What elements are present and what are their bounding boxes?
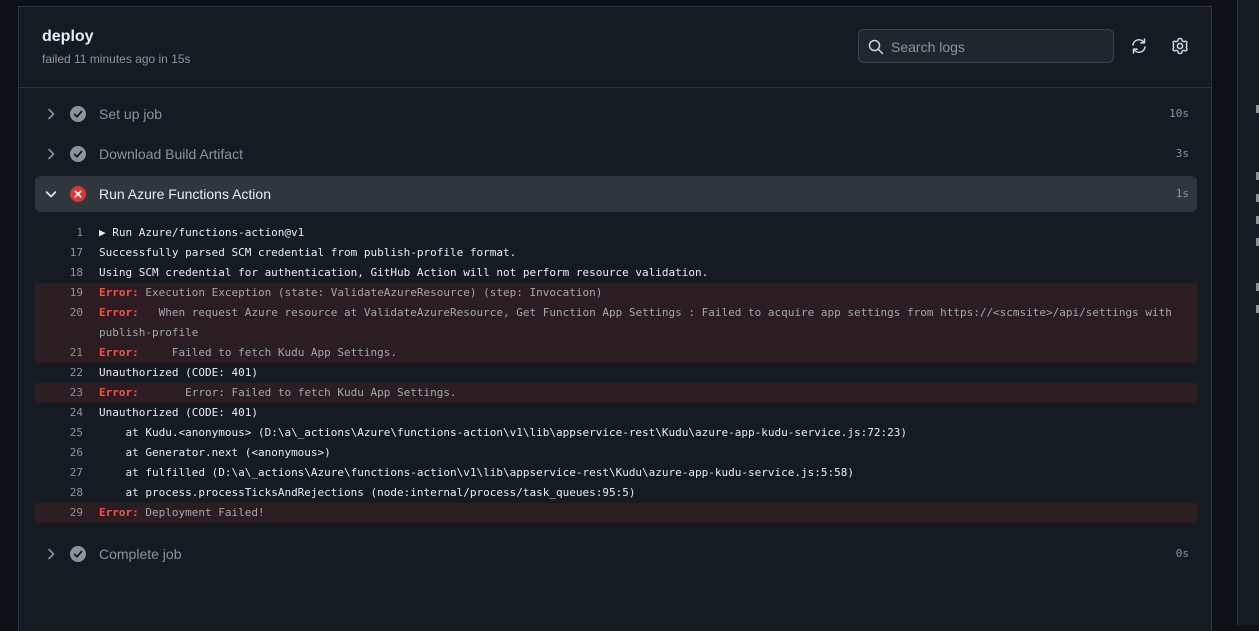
log-line-text: at Generator.next (<anonymous>) (99, 443, 1197, 463)
log-line-error: 19 Error: Execution Exception (state: Val… (35, 283, 1197, 303)
log-line-number[interactable]: 17 (35, 243, 83, 263)
step-label: Run Azure Functions Action (99, 186, 271, 202)
job-log-panel: deploy failed 11 minutes ago in 15s Sear… (18, 6, 1212, 631)
log-line-number[interactable]: 1 (35, 223, 83, 243)
error-keyword: Error: (99, 286, 139, 299)
step-duration: 10s (1169, 107, 1189, 120)
log-line-text: Error: Error: Failed to fetch Kudu App S… (99, 383, 1197, 403)
job-header: deploy failed 11 minutes ago in 15s (19, 7, 1211, 88)
error-keyword: Error: (99, 386, 139, 399)
log-line-number[interactable]: 20 (35, 303, 83, 323)
log-line-error: 20 Error: When request Azure resource at … (35, 303, 1197, 343)
side-scrollbar[interactable] (1237, 0, 1259, 625)
log-line-number[interactable]: 21 (35, 343, 83, 363)
log-line-error: 21 Error: Failed to fetch Kudu App Settin… (35, 343, 1197, 363)
log-line: 27 at fulfilled (D:\a\_actions\Azure\fun… (35, 463, 1197, 483)
log-message: Execution Exception (state: ValidateAzur… (138, 286, 603, 299)
success-check-icon (70, 546, 86, 562)
log-message: Successfully parsed SCM credential from … (99, 246, 517, 259)
log-line-number[interactable]: 18 (35, 263, 83, 283)
gear-icon[interactable] (1169, 35, 1191, 57)
log-line-text: Error: Failed to fetch Kudu App Settings… (99, 343, 1197, 363)
refresh-icon[interactable] (1128, 35, 1150, 57)
log-message: Unauthorized (CODE: 401) (99, 366, 258, 379)
log-message: Deployment Failed! (138, 506, 265, 519)
log-line-error: 23 Error: Error: Failed to fetch Kudu App… (35, 383, 1197, 403)
log-line-text: Unauthorized (CODE: 401) (99, 403, 1197, 423)
log-line-number[interactable]: 23 (35, 383, 83, 403)
step-label: Download Build Artifact (99, 146, 243, 162)
chevron-right-icon (48, 108, 55, 120)
success-check-icon (70, 146, 86, 162)
chevron-right-icon (48, 548, 55, 560)
step-duration: 3s (1175, 147, 1189, 160)
log-message: When request Azure resource at ValidateA… (99, 306, 1179, 339)
log-line: 26 at Generator.next (<anonymous>) (35, 443, 1197, 463)
log-line: 24 Unauthorized (CODE: 401) (35, 403, 1197, 423)
log-line-number[interactable]: 26 (35, 443, 83, 463)
log-line-error: 29 Error: Deployment Failed! (35, 503, 1197, 523)
search-logs-box[interactable] (858, 29, 1114, 64)
log-line: 1 ▶ Run Azure/functions-action@v1 (35, 223, 1197, 243)
log-message: Unauthorized (CODE: 401) (99, 406, 258, 419)
log-line: 25 at Kudu.<anonymous> (D:\a\_actions\Az… (35, 423, 1197, 443)
log-line-number[interactable]: 28 (35, 483, 83, 503)
success-check-icon (70, 106, 86, 122)
log-line: 17 Successfully parsed SCM credential fro… (35, 243, 1197, 263)
log-line-number[interactable]: 22 (35, 363, 83, 383)
step-label: Complete job (99, 546, 182, 562)
log-message: Error: Failed to fetch Kudu App Settings… (138, 386, 457, 399)
log-message: Failed to fetch Kudu App Settings. (138, 346, 398, 359)
step-set-up-job[interactable]: Set up job 10s (35, 96, 1197, 132)
log-line-text: Error: When request Azure resource at Va… (99, 303, 1197, 343)
log-line-number[interactable]: 19 (35, 283, 83, 303)
job-title: deploy (42, 28, 94, 45)
step-download-build-artifact[interactable]: Download Build Artifact 3s (35, 136, 1197, 172)
step-complete-job[interactable]: Complete job 0s (35, 536, 1197, 572)
log-line-text: at Kudu.<anonymous> (D:\a\_actions\Azure… (99, 423, 1197, 443)
log-line-text: Successfully parsed SCM credential from … (99, 243, 1197, 263)
step-duration: 1s (1175, 187, 1189, 200)
log-message: Using SCM credential for authentication,… (99, 266, 709, 279)
log-line-text: Using SCM credential for authentication,… (99, 263, 1197, 283)
job-status-meta: failed 11 minutes ago in 15s (42, 52, 191, 66)
log-line-text: at process.processTicksAndRejections (no… (99, 483, 1197, 503)
log-line: 22 Unauthorized (CODE: 401) (35, 363, 1197, 383)
log-output: 1 ▶ Run Azure/functions-action@v1 17 Succes… (35, 223, 1197, 523)
search-logs-input[interactable] (889, 30, 1108, 64)
log-line-text: Unauthorized (CODE: 401) (99, 363, 1197, 383)
log-line-text: at fulfilled (D:\a\_actions\Azure\functi… (99, 463, 1197, 483)
log-message: ▶ Run Azure/functions-action@v1 (99, 226, 305, 239)
failure-x-icon (70, 186, 86, 202)
step-run-azure-functions-action[interactable]: Run Azure Functions Action 1s (35, 176, 1197, 212)
log-line-number[interactable]: 29 (35, 503, 83, 523)
log-line: 18 Using SCM credential for authenticatio… (35, 263, 1197, 283)
log-line-text: Error: Deployment Failed! (99, 503, 1197, 523)
log-line-number[interactable]: 25 (35, 423, 83, 443)
log-line: 28 at process.processTicksAndRejections … (35, 483, 1197, 503)
log-message: at fulfilled (D:\a\_actions\Azure\functi… (99, 466, 854, 479)
step-duration: 0s (1175, 547, 1189, 560)
error-keyword: Error: (99, 306, 139, 319)
log-line-text: ▶ Run Azure/functions-action@v1 (99, 223, 1197, 243)
error-keyword: Error: (99, 346, 139, 359)
log-message: at process.processTicksAndRejections (no… (99, 486, 636, 499)
log-line-number[interactable]: 27 (35, 463, 83, 483)
error-keyword: Error: (99, 506, 139, 519)
chevron-down-icon (45, 191, 57, 198)
log-line-text: Error: Execution Exception (state: Valid… (99, 283, 1197, 303)
chevron-right-icon (48, 148, 55, 160)
log-line-number[interactable]: 24 (35, 403, 83, 423)
search-icon (868, 39, 884, 55)
log-message: at Kudu.<anonymous> (D:\a\_actions\Azure… (99, 426, 907, 439)
step-label: Set up job (99, 106, 163, 122)
log-message: at Generator.next (<anonymous>) (99, 446, 331, 459)
